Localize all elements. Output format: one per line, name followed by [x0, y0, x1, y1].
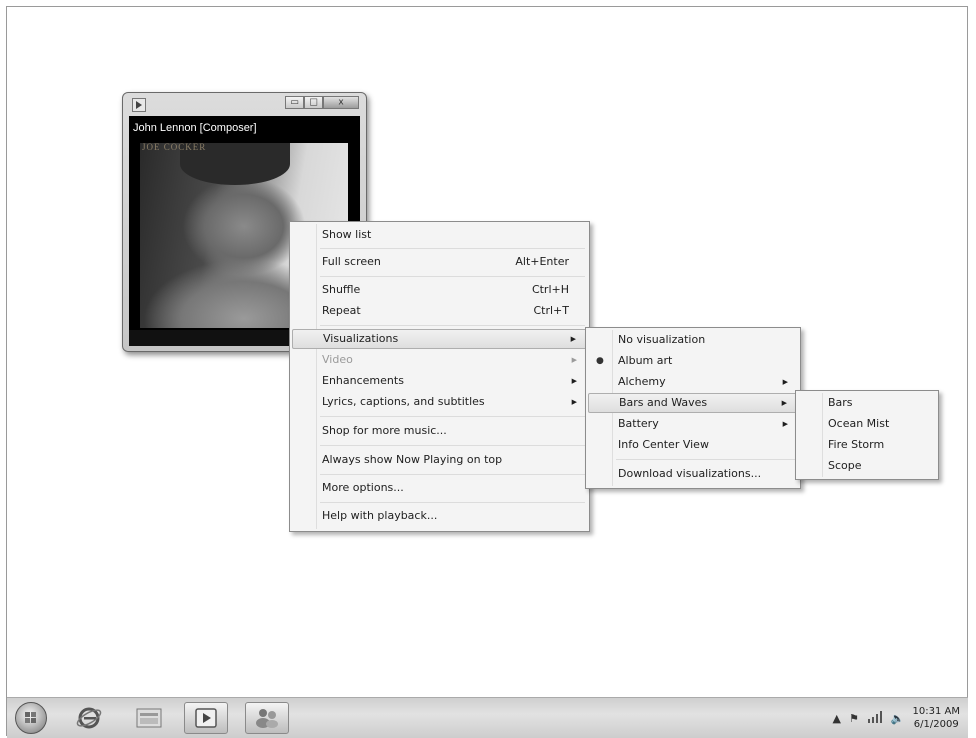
menu-item-download-visualizations[interactable]: Download visualizations... — [588, 464, 798, 484]
close-button[interactable]: x — [323, 96, 359, 109]
menu-item-label: Album art — [618, 354, 673, 367]
menu-item-visualizations[interactable]: Visualizations ▶ — [292, 329, 587, 349]
menu-item-battery[interactable]: Battery ▶ — [588, 414, 798, 434]
context-menu: Show list Full screen Alt+Enter Shuffle … — [289, 221, 590, 532]
menu-separator — [616, 459, 796, 460]
submenu-arrow-icon: ▶ — [570, 335, 576, 343]
menu-item-label: Lyrics, captions, and subtitles — [322, 395, 485, 408]
clock[interactable]: 10:31 AM 6/1/2009 — [913, 705, 960, 731]
menu-item-shop-for-more-music[interactable]: Shop for more music... — [292, 421, 587, 441]
submenu-arrow-icon: ▶ — [571, 398, 577, 406]
bars-and-waves-submenu: Bars Ocean Mist Fire Storm Scope — [795, 390, 939, 480]
menu-separator — [320, 474, 585, 475]
menu-item-label: Enhancements — [322, 374, 404, 387]
minimize-icon: ▭ — [290, 97, 299, 107]
menu-item-label: Shuffle — [322, 283, 361, 296]
window-controls: ▭ □ x — [285, 96, 359, 109]
menu-item-label: Bars and Waves — [619, 396, 708, 409]
menu-item-info-center-view[interactable]: Info Center View — [588, 435, 798, 455]
media-player-icon[interactable] — [184, 702, 228, 734]
taskbar: ▲ ⚑ 🔈 10:31 AM 6/1/2009 — [7, 697, 968, 738]
menu-item-label: Full screen — [322, 255, 381, 268]
menu-item-label: Shop for more music... — [322, 424, 447, 437]
messenger-icon[interactable] — [245, 702, 289, 734]
menu-item-label: Alchemy — [618, 375, 666, 388]
menu-item-shortcut: Alt+Enter — [515, 255, 569, 268]
maximize-button[interactable]: □ — [304, 96, 323, 109]
menu-item-repeat[interactable]: Repeat Ctrl+T — [292, 301, 587, 321]
menu-item-bars[interactable]: Bars — [798, 393, 936, 413]
menu-item-label: Always show Now Playing on top — [322, 453, 503, 466]
menu-item-video[interactable]: Video ▶ — [292, 350, 587, 370]
menu-item-label: Ocean Mist — [828, 417, 890, 430]
minimize-button[interactable]: ▭ — [285, 96, 304, 109]
menu-item-label: No visualization — [618, 333, 706, 346]
menu-item-shuffle[interactable]: Shuffle Ctrl+H — [292, 280, 587, 300]
menu-item-lyrics-captions-subtitles[interactable]: Lyrics, captions, and subtitles ▶ — [292, 392, 587, 412]
menu-item-more-options[interactable]: More options... — [292, 478, 587, 498]
menu-item-label: Scope — [828, 459, 862, 472]
menu-item-album-art[interactable]: ● Album art — [588, 351, 798, 371]
maximize-icon: □ — [309, 97, 318, 107]
menu-item-label: Video — [322, 353, 353, 366]
menu-separator — [320, 416, 585, 417]
menu-item-shortcut: Ctrl+T — [533, 304, 569, 317]
submenu-arrow-icon: ▶ — [571, 356, 577, 364]
windows-start-icon[interactable] — [15, 702, 47, 734]
system-tray: ▲ ⚑ 🔈 10:31 AM 6/1/2009 — [832, 698, 960, 738]
menu-item-show-list[interactable]: Show list — [292, 225, 587, 245]
menu-item-label: Battery — [618, 417, 659, 430]
menu-item-help-with-playback[interactable]: Help with playback... — [292, 506, 587, 526]
menu-item-scope[interactable]: Scope — [798, 456, 936, 476]
selected-bullet-icon: ● — [596, 356, 604, 366]
menu-item-always-show-now-playing-on-top[interactable]: Always show Now Playing on top — [292, 450, 587, 470]
volume-icon[interactable]: 🔈 — [891, 712, 905, 725]
submenu-arrow-icon: ▶ — [782, 378, 788, 386]
submenu-arrow-icon: ▶ — [571, 377, 577, 385]
menu-separator — [320, 325, 585, 326]
menu-item-label: Show list — [322, 228, 372, 241]
menu-item-alchemy[interactable]: Alchemy ▶ — [588, 372, 798, 392]
menu-item-full-screen[interactable]: Full screen Alt+Enter — [292, 252, 587, 272]
menu-separator — [320, 445, 585, 446]
close-icon: x — [338, 97, 344, 107]
clock-date: 6/1/2009 — [913, 719, 959, 730]
menu-item-label: Visualizations — [323, 332, 399, 345]
menu-item-label: Help with playback... — [322, 509, 438, 522]
menu-item-shortcut: Ctrl+H — [531, 283, 569, 296]
menu-item-label: Bars — [828, 396, 853, 409]
clock-time: 10:31 AM — [912, 706, 960, 717]
menu-separator — [320, 276, 585, 277]
network-signal-icon[interactable] — [867, 710, 883, 726]
visualizations-submenu: No visualization ● Album art Alchemy ▶ B… — [585, 327, 801, 489]
submenu-arrow-icon: ▶ — [781, 399, 787, 407]
show-hidden-icons-icon[interactable]: ▲ — [832, 712, 840, 725]
menu-item-label: Fire Storm — [828, 438, 885, 451]
menu-item-label: More options... — [322, 481, 404, 494]
media-player-app-icon[interactable] — [132, 98, 146, 112]
menu-item-ocean-mist[interactable]: Ocean Mist — [798, 414, 936, 434]
menu-item-label: Download visualizations... — [618, 467, 762, 480]
internet-explorer-icon[interactable] — [67, 702, 111, 734]
menu-item-no-visualization[interactable]: No visualization — [588, 330, 798, 350]
submenu-arrow-icon: ▶ — [782, 420, 788, 428]
menu-separator — [320, 502, 585, 503]
menu-item-bars-and-waves[interactable]: Bars and Waves ▶ — [588, 393, 798, 413]
menu-item-label: Info Center View — [618, 438, 709, 451]
menu-item-label: Repeat — [322, 304, 361, 317]
artist-label: John Lennon [Composer] — [133, 122, 257, 134]
menu-item-enhancements[interactable]: Enhancements ▶ — [292, 371, 587, 391]
file-explorer-icon[interactable] — [127, 702, 171, 734]
album-art-title: JOE COCKER — [142, 143, 207, 152]
menu-separator — [320, 248, 585, 249]
menu-item-fire-storm[interactable]: Fire Storm — [798, 435, 936, 455]
action-center-flag-icon[interactable]: ⚑ — [849, 712, 859, 725]
